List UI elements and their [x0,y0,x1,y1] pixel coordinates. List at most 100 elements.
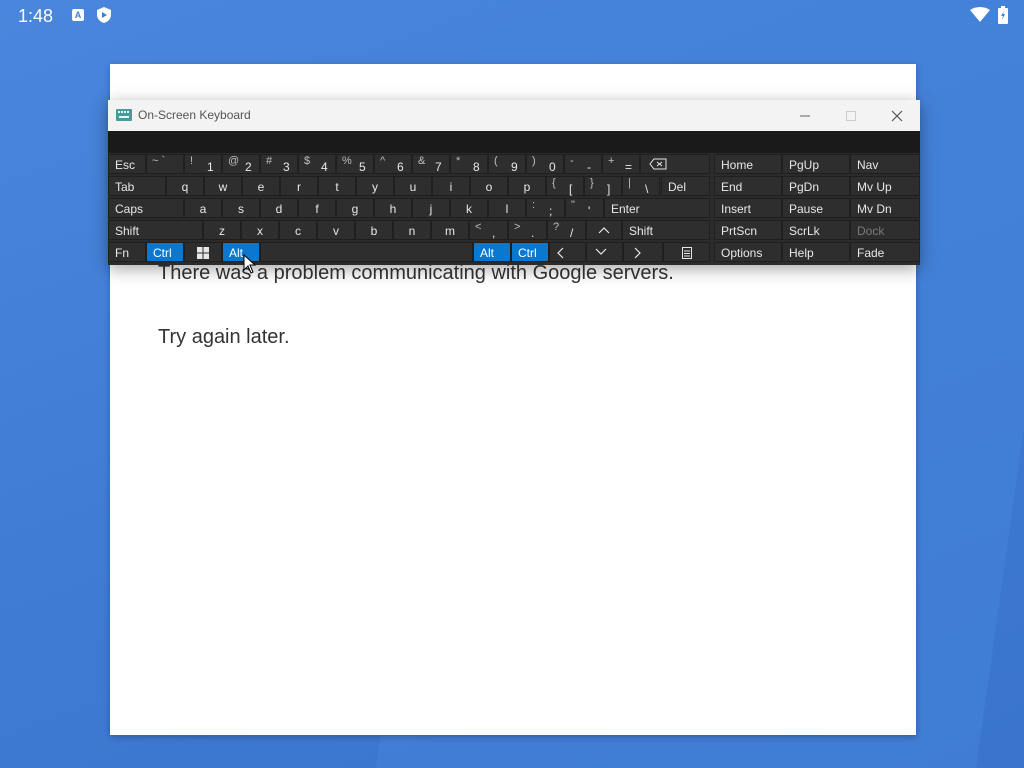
key-v[interactable]: v [317,220,355,240]
key-b[interactable]: b [355,220,393,240]
key-prtscn[interactable]: PrtScn [714,220,782,240]
key-e[interactable]: e [242,176,280,196]
key-menu[interactable] [663,242,710,262]
key-r[interactable]: r [280,176,318,196]
key-end[interactable]: End [714,176,782,196]
key-arrow-down[interactable] [586,242,623,262]
minimize-button[interactable] [782,100,828,131]
key-row4-sym-2[interactable]: ? / [547,220,586,240]
key-pgdn[interactable]: PgDn [782,176,850,196]
key-arrow-up[interactable] [586,220,622,240]
key-c[interactable]: c [279,220,317,240]
key-row1-4[interactable]: $4 [298,154,336,174]
key-shift-symbol: ~ ` [152,155,166,167]
key-label: 9 [511,160,518,174]
key-row1-10[interactable]: ) 0 [526,154,564,174]
key-t[interactable]: t [318,176,356,196]
key-shift-symbol: @ [228,155,240,167]
battery-icon [998,6,1008,29]
key-label: 1 [207,160,214,174]
key-fade[interactable]: Fade [850,242,920,262]
key-pgup[interactable]: PgUp [782,154,850,174]
key-m[interactable]: m [431,220,469,240]
key-u[interactable]: u [394,176,432,196]
chevron-up-icon [598,227,610,234]
key-row3-sym-1[interactable]: " ' [565,198,604,218]
key-space[interactable] [260,242,473,262]
key-backspace[interactable] [640,154,710,174]
key-g[interactable]: g [336,198,374,218]
key-row4-sym-1[interactable]: >. [508,220,547,240]
key-f[interactable]: f [298,198,336,218]
key-row1-5[interactable]: % 5 [336,154,374,174]
key-s[interactable]: s [222,198,260,218]
key-arrow-right[interactable] [623,242,663,262]
key-label: 8 [473,160,480,174]
key-enter[interactable]: Enter [604,198,710,218]
key-y[interactable]: y [356,176,394,196]
key-a[interactable]: a [184,198,222,218]
key-mv-dn[interactable]: Mv Dn [850,198,920,218]
key-shift-symbol: + [608,155,615,167]
key-shift-symbol: ? [553,221,560,233]
key-label: / [570,226,574,240]
key-dock[interactable]: Dock [850,220,920,240]
key-d[interactable]: d [260,198,298,218]
key-label: 6 [397,160,404,174]
key-z[interactable]: z [203,220,241,240]
key-row1-8[interactable]: * 8 [450,154,488,174]
key-row2-sym-2[interactable]: | \ [622,176,660,196]
close-button[interactable] [874,100,920,131]
maximize-button[interactable] [828,100,874,131]
key-ctrl-left[interactable]: Ctrl [146,242,184,262]
key-row4-sym-0[interactable]: <, [469,220,508,240]
key-nav[interactable]: Nav [850,154,920,174]
key-pause[interactable]: Pause [782,198,850,218]
key-home[interactable]: Home [714,154,782,174]
key-row1-0[interactable]: ~ ` [146,154,184,174]
key-l[interactable]: l [488,198,526,218]
key-o[interactable]: o [470,176,508,196]
key-h[interactable]: h [374,198,412,218]
key-fn[interactable]: Fn [108,242,146,262]
key-row1-1[interactable]: ! 1 [184,154,222,174]
key-label: a [199,202,207,216]
key-row1-11[interactable]: -- [564,154,602,174]
key-help[interactable]: Help [782,242,850,262]
key-p[interactable]: p [508,176,546,196]
key-row1-7[interactable]: & 7 [412,154,450,174]
key-x[interactable]: x [241,220,279,240]
key-arrow-left[interactable] [549,242,586,262]
key-row3-sym-0[interactable]: :; [526,198,565,218]
key-shift-left[interactable]: Shift [108,220,203,240]
key-label: w [218,180,228,194]
key-caps[interactable]: Caps [108,198,184,218]
key-row1-9[interactable]: (9 [488,154,526,174]
key-label: h [389,202,397,216]
key-row1-6[interactable]: ^ 6 [374,154,412,174]
key-row1-12[interactable]: + = [602,154,640,174]
key-windows[interactable] [184,242,222,262]
key-k[interactable]: k [450,198,488,218]
key-tab[interactable]: Tab [108,176,166,196]
key-i[interactable]: i [432,176,470,196]
key-ctrl-right[interactable]: Ctrl [511,242,549,262]
key-shift-symbol: } [590,177,594,189]
key-row1-3[interactable]: #3 [260,154,298,174]
key-j[interactable]: j [412,198,450,218]
key-row1-2[interactable]: @2 [222,154,260,174]
key-alt-right[interactable]: Alt [473,242,511,262]
key-mv-up[interactable]: Mv Up [850,176,920,196]
key-del[interactable]: Del [661,176,710,196]
key-w[interactable]: w [204,176,242,196]
key-row2-sym-1[interactable]: }] [584,176,622,196]
key-shift-right[interactable]: Shift [622,220,710,240]
key-q[interactable]: q [166,176,204,196]
key-esc[interactable]: Esc [108,154,146,174]
key-insert[interactable]: Insert [714,198,782,218]
key-options[interactable]: Options [714,242,782,262]
key-scrlk[interactable]: ScrLk [782,220,850,240]
osk-titlebar[interactable]: On-Screen Keyboard [108,100,920,131]
key-row2-sym-0[interactable]: {[ [546,176,584,196]
key-n[interactable]: n [393,220,431,240]
